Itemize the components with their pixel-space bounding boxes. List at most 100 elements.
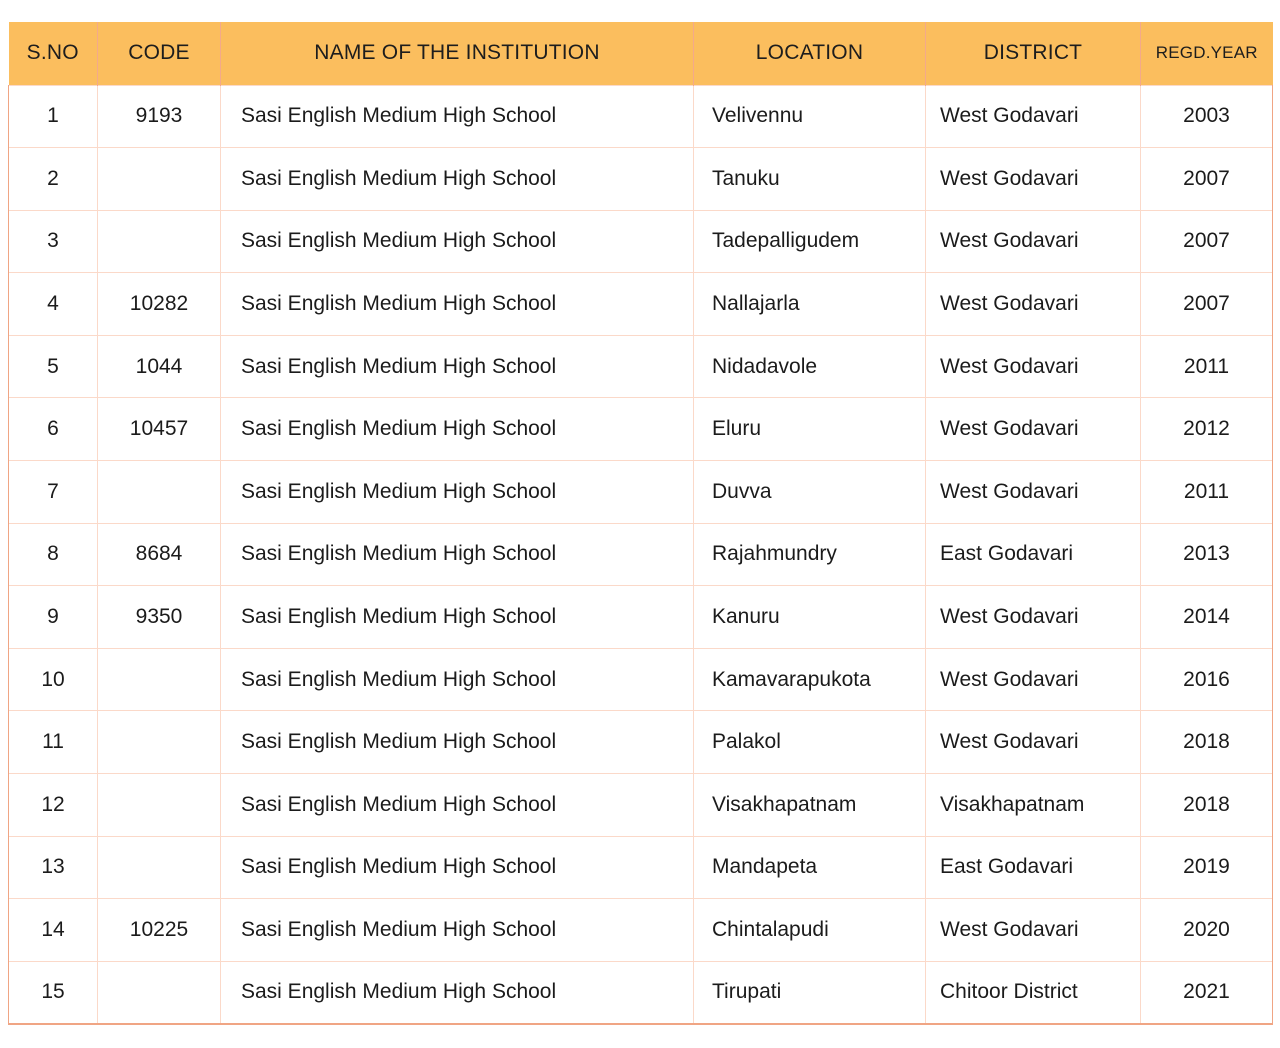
column-header-district: DISTRICT — [925, 22, 1141, 85]
cell-location: Palakol — [693, 710, 926, 774]
cell-code — [97, 647, 221, 711]
page-canvas: S.NO CODE NAME OF THE INSTITUTION LOCATI… — [0, 0, 1280, 1048]
cell-location: Eluru — [693, 397, 926, 461]
cell-district: West Godavari — [925, 647, 1141, 711]
table-row: 7 Sasi English Medium High School Duvva Wes… — [8, 460, 1273, 524]
cell-district: West Godavari — [925, 710, 1141, 774]
cell-name: Sasi English Medium High School — [220, 898, 694, 962]
table-row: 15 Sasi English Medium High School Tirupat… — [8, 960, 1273, 1024]
cell-sno: 11 — [8, 710, 98, 774]
cell-location: Kamavarapukota — [693, 647, 926, 711]
cell-code — [97, 710, 221, 774]
cell-district: East Godavari — [925, 522, 1141, 586]
header-row: S.NO CODE NAME OF THE INSTITUTION LOCATI… — [8, 22, 1273, 85]
table-row: 5 1044 Sasi English Medium High School Nida… — [8, 334, 1273, 398]
cell-sno: 2 — [8, 147, 98, 211]
cell-sno: 13 — [8, 835, 98, 899]
cell-name: Sasi English Medium High School — [220, 710, 694, 774]
cell-code: 1044 — [97, 334, 221, 398]
institutions-table: S.NO CODE NAME OF THE INSTITUTION LOCATI… — [8, 22, 1273, 1025]
cell-name: Sasi English Medium High School — [220, 147, 694, 211]
cell-district: West Godavari — [925, 460, 1141, 524]
cell-location: Kanuru — [693, 585, 926, 649]
cell-name: Sasi English Medium High School — [220, 835, 694, 899]
cell-district: Visakhapatnam — [925, 773, 1141, 837]
column-header-name: NAME OF THE INSTITUTION — [220, 22, 694, 85]
column-header-code: CODE — [97, 22, 221, 85]
cell-name: Sasi English Medium High School — [220, 522, 694, 586]
cell-code: 10457 — [97, 397, 221, 461]
cell-regd-year: 2018 — [1140, 710, 1273, 774]
cell-name: Sasi English Medium High School — [220, 773, 694, 837]
cell-code — [97, 835, 221, 899]
cell-district: East Godavari — [925, 835, 1141, 899]
column-header-regd-year: REGD.YEAR — [1140, 22, 1273, 85]
cell-district: West Godavari — [925, 397, 1141, 461]
cell-sno: 6 — [8, 397, 98, 461]
cell-regd-year: 2012 — [1140, 397, 1273, 461]
cell-code — [97, 209, 221, 273]
table-row: 8 8684 Sasi English Medium High School Raja… — [8, 522, 1273, 586]
column-header-location: LOCATION — [693, 22, 926, 85]
table-row: 12 Sasi English Medium High School Visakha… — [8, 773, 1273, 837]
table-row: 4 10282 Sasi English Medium High School Nal… — [8, 272, 1273, 336]
cell-district: West Godavari — [925, 272, 1141, 336]
cell-location: Nallajarla — [693, 272, 926, 336]
cell-name: Sasi English Medium High School — [220, 585, 694, 649]
cell-name: Sasi English Medium High School — [220, 272, 694, 336]
column-header-sno: S.NO — [8, 22, 98, 85]
table-row: 13 Sasi English Medium High School Mandape… — [8, 835, 1273, 899]
cell-code — [97, 460, 221, 524]
cell-sno: 12 — [8, 773, 98, 837]
cell-code — [97, 960, 221, 1024]
cell-regd-year: 2021 — [1140, 960, 1273, 1024]
cell-sno: 5 — [8, 334, 98, 398]
cell-name: Sasi English Medium High School — [220, 334, 694, 398]
cell-location: Rajahmundry — [693, 522, 926, 586]
cell-sno: 7 — [8, 460, 98, 524]
cell-regd-year: 2020 — [1140, 898, 1273, 962]
cell-district: West Godavari — [925, 209, 1141, 273]
cell-regd-year: 2011 — [1140, 460, 1273, 524]
cell-regd-year: 2016 — [1140, 647, 1273, 711]
table-body: 1 9193 Sasi English Medium High School Veli… — [8, 84, 1273, 1024]
cell-sno: 9 — [8, 585, 98, 649]
cell-name: Sasi English Medium High School — [220, 460, 694, 524]
table-row: 11 Sasi English Medium High School Palakol… — [8, 710, 1273, 774]
cell-location: Mandapeta — [693, 835, 926, 899]
cell-sno: 15 — [8, 960, 98, 1024]
table-row: 10 Sasi English Medium High School Kamavar… — [8, 647, 1273, 711]
cell-location: Duvva — [693, 460, 926, 524]
cell-location: Visakhapatnam — [693, 773, 926, 837]
cell-regd-year: 2019 — [1140, 835, 1273, 899]
cell-code — [97, 773, 221, 837]
cell-location: Velivennu — [693, 84, 926, 148]
cell-regd-year: 2007 — [1140, 272, 1273, 336]
cell-name: Sasi English Medium High School — [220, 84, 694, 148]
table-row: 9 9350 Sasi English Medium High School Kanu… — [8, 585, 1273, 649]
cell-district: Chitoor District — [925, 960, 1141, 1024]
cell-name: Sasi English Medium High School — [220, 209, 694, 273]
cell-district: West Godavari — [925, 334, 1141, 398]
cell-code: 9193 — [97, 84, 221, 148]
cell-name: Sasi English Medium High School — [220, 397, 694, 461]
cell-sno: 1 — [8, 84, 98, 148]
cell-regd-year: 2011 — [1140, 334, 1273, 398]
cell-code: 10225 — [97, 898, 221, 962]
cell-code: 8684 — [97, 522, 221, 586]
cell-code: 10282 — [97, 272, 221, 336]
cell-regd-year: 2014 — [1140, 585, 1273, 649]
cell-regd-year: 2018 — [1140, 773, 1273, 837]
cell-location: Chintalapudi — [693, 898, 926, 962]
cell-sno: 3 — [8, 209, 98, 273]
cell-code — [97, 147, 221, 211]
table-row: 3 Sasi English Medium High School Tadepall… — [8, 209, 1273, 273]
cell-name: Sasi English Medium High School — [220, 960, 694, 1024]
cell-district: West Godavari — [925, 898, 1141, 962]
cell-regd-year: 2007 — [1140, 147, 1273, 211]
cell-location: Tirupati — [693, 960, 926, 1024]
cell-location: Nidadavole — [693, 334, 926, 398]
cell-sno: 8 — [8, 522, 98, 586]
table-row: 1 9193 Sasi English Medium High School Veli… — [8, 84, 1273, 148]
cell-sno: 4 — [8, 272, 98, 336]
